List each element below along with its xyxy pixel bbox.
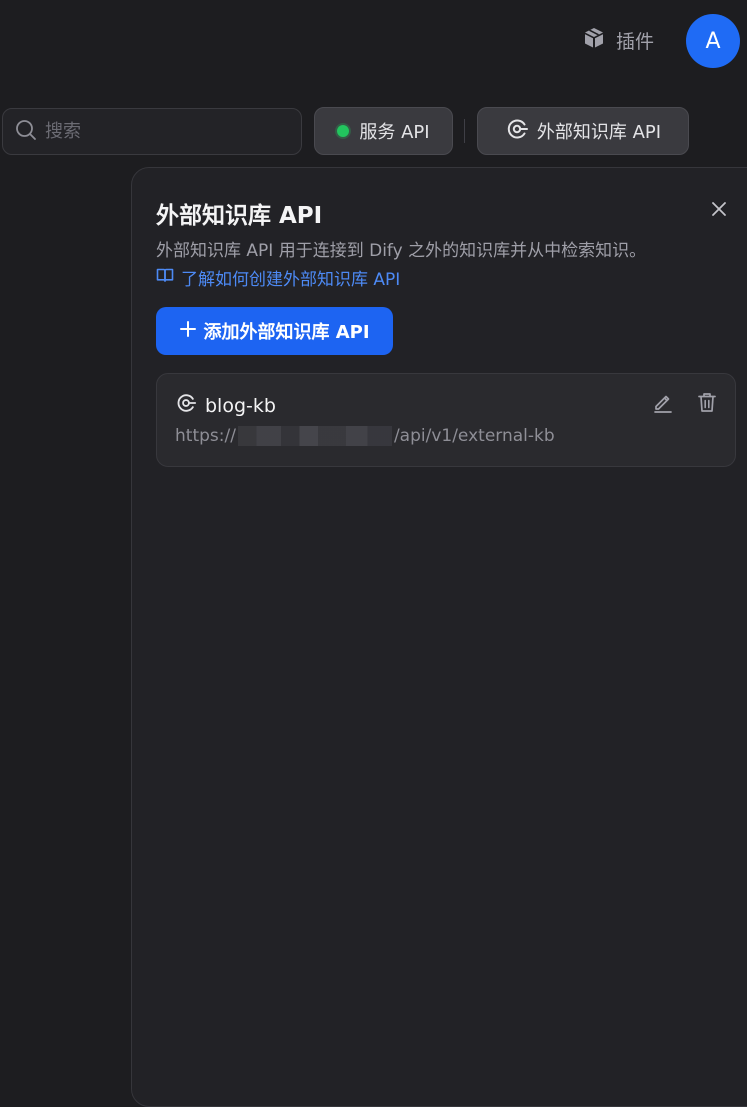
service-api-button[interactable]: 服务 API	[314, 107, 453, 155]
edit-button[interactable]	[651, 392, 675, 416]
card-title: blog-kb	[175, 392, 276, 419]
top-bar: 插件 A	[0, 0, 747, 80]
card-url: https:// /api/v1/external-kb	[175, 426, 555, 446]
plugins-label: 插件	[616, 31, 655, 53]
plugins-button[interactable]: 插件	[582, 26, 654, 55]
panel-title: 外部知识库 API	[156, 203, 323, 229]
url-prefix: https://	[175, 426, 236, 446]
toolbar-divider	[464, 119, 465, 143]
search-box	[2, 108, 302, 155]
search-input[interactable]	[43, 120, 283, 143]
external-api-icon	[175, 392, 197, 419]
trash-icon	[696, 391, 718, 417]
panel-description: 外部知识库 API 用于连接到 Dify 之外的知识库并从中检索知识。	[156, 241, 647, 261]
close-icon	[711, 201, 727, 221]
delete-button[interactable]	[695, 392, 719, 416]
external-api-icon	[505, 117, 529, 146]
external-api-card[interactable]: blog-kb https:// /api/v1/external-kb	[156, 373, 736, 467]
status-online-dot	[337, 125, 350, 137]
external-api-label: 外部知识库 API	[536, 122, 662, 143]
card-name: blog-kb	[205, 394, 276, 417]
plus-icon	[179, 320, 197, 343]
avatar-initial: A	[705, 28, 721, 54]
avatar[interactable]: A	[686, 14, 740, 68]
service-api-label: 服务 API	[359, 122, 430, 143]
card-actions	[651, 392, 719, 416]
external-api-button[interactable]: 外部知识库 API	[477, 107, 689, 155]
redacted-host	[237, 426, 392, 446]
learn-link-label: 了解如何创建外部知识库 API	[181, 270, 401, 290]
external-api-panel: 外部知识库 API 外部知识库 API 用于连接到 Dify 之外的知识库并从中…	[131, 167, 747, 1107]
learn-link[interactable]: 了解如何创建外部知识库 API	[156, 265, 400, 290]
search-icon	[15, 119, 37, 145]
close-button[interactable]	[708, 200, 730, 222]
add-button-label: 添加外部知识库 API	[203, 322, 370, 343]
url-suffix: /api/v1/external-kb	[393, 426, 555, 446]
cube-icon	[582, 26, 606, 55]
book-icon	[156, 267, 174, 288]
add-external-api-button[interactable]: 添加外部知识库 API	[156, 307, 393, 355]
pencil-icon	[652, 391, 674, 417]
